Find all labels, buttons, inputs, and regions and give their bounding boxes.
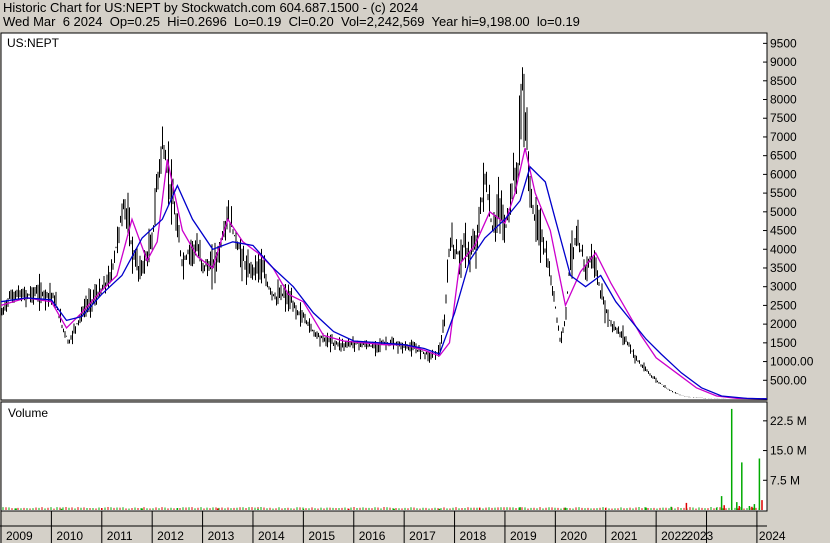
year-label: 2010 [56,529,83,543]
year-label: 2018 [460,529,487,543]
price-tick-label: 8000 [770,93,797,107]
volume-plot-area [0,401,768,512]
year-label: 2013 [208,529,235,543]
price-tick-label: 9500 [770,36,797,50]
price-tick-label: 7000 [770,130,797,144]
year-label: 2015 [308,529,335,543]
year-label: 2012 [157,529,184,543]
year-label: 2019 [510,529,537,543]
year-label: 2009 [6,529,33,543]
price-tick-label: 2500 [770,298,797,312]
year-label: 2023 [687,529,714,543]
volume-panel: Volume 22.5 M 15.0 M 7.5 M [0,401,807,512]
volume-tick-label: 7.5 M [770,473,800,487]
year-label: 2020 [560,529,587,543]
price-tick-label: 4000 [770,242,797,256]
price-tick-label: 6000 [770,167,797,181]
price-tick-label: 3000 [770,280,797,294]
price-tick-label: 1500 [770,336,797,350]
year-label: 2017 [409,529,436,543]
price-tick-label: 4500 [770,224,797,238]
price-tick-label: 6500 [770,149,797,163]
price-tick-label: 3500 [770,261,797,275]
price-tick-label: 9000 [770,55,797,69]
time-axis: 2009 2010 2011 2012 2013 2014 2015 2016 2017 2018… [0,511,786,543]
year-label: 2016 [359,529,386,543]
symbol-label: US:NEPT [7,36,60,50]
volume-axis: 22.5 M 15.0 M 7.5 M [763,414,807,487]
price-tick-label: 5000 [770,205,797,219]
price-tick-label: 8500 [770,74,797,88]
price-panel: US:NEPT 9500 9000 8500 8000 7500 7000 6500 6000… [0,32,814,401]
price-tick-label: 500.00 [770,373,807,387]
volume-tick-label: 22.5 M [770,414,807,428]
price-tick-label: 7500 [770,111,797,125]
chart-window: Historic Chart for US:NEPT by Stockwatch… [0,0,830,543]
year-label: 2024 [759,529,786,543]
price-axis: 9500 9000 8500 8000 7500 7000 6500 6000 5500 5000… [763,36,814,387]
year-label: 2021 [611,529,638,543]
volume-tick-label: 15.0 M [770,444,807,458]
year-label: 2011 [107,529,133,543]
price-tick-label: 1000.00 [770,355,814,369]
year-label: 2014 [258,529,285,543]
price-tick-label: 2000 [770,317,797,331]
volume-label: Volume [8,406,48,420]
year-label: 2022 [661,529,688,543]
stock-chart: US:NEPT 9500 9000 8500 8000 7500 7000 6500 6000… [0,32,814,543]
price-tick-label: 5500 [770,186,797,200]
